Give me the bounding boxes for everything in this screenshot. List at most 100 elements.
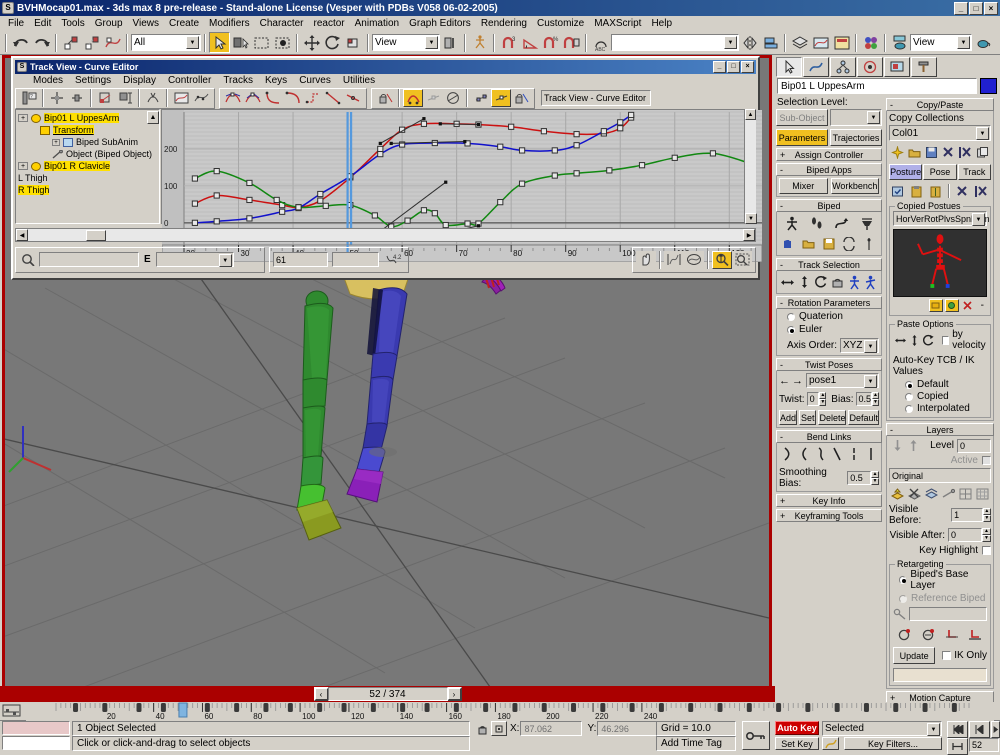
- expander-icon[interactable]: +: [18, 114, 28, 122]
- add-pose-button[interactable]: Add: [779, 410, 797, 425]
- add-time-tag-button[interactable]: Add Time Tag: [656, 736, 736, 751]
- editor-name-field[interactable]: Track View - Curve Editor: [541, 90, 651, 106]
- move-all-icon[interactable]: [859, 235, 879, 253]
- select-by-name-button[interactable]: [230, 32, 251, 53]
- unlink-selection-button[interactable]: [81, 32, 102, 53]
- paste-interpolated-radio[interactable]: [905, 405, 913, 413]
- expander-icon[interactable]: +: [18, 162, 28, 170]
- track-row-transform[interactable]: Transform: [18, 125, 157, 135]
- material-editor-button[interactable]: [860, 32, 881, 53]
- next-pose-icon[interactable]: →: [792, 375, 803, 387]
- menu-graph-editors[interactable]: Graph Editors: [404, 17, 476, 30]
- zoom-horizontal-extents-button[interactable]: [664, 251, 684, 269]
- bind-to-space-warp-button[interactable]: [102, 32, 123, 53]
- delete-all-copies-icon[interactable]: [973, 183, 990, 199]
- visible-before-field[interactable]: 1: [951, 508, 983, 522]
- zoom-tool-button[interactable]: [712, 251, 732, 269]
- menu-group[interactable]: Group: [90, 17, 128, 30]
- update-button[interactable]: Update: [893, 647, 935, 664]
- next-frame-arrow[interactable]: ›: [448, 688, 461, 700]
- by-velocity-checkbox[interactable]: [942, 336, 949, 345]
- selection-lock-icon[interactable]: [475, 721, 489, 736]
- add-keys-button[interactable]: [143, 89, 163, 107]
- set-tangents-smooth-button[interactable]: [343, 89, 363, 107]
- delete-copy-icon[interactable]: [954, 183, 971, 199]
- reference-biped-radio[interactable]: [899, 595, 907, 603]
- rollout-layers[interactable]: - Layers: [886, 423, 994, 436]
- go-to-start-button[interactable]: [947, 721, 968, 738]
- mixer-mode-icon[interactable]: [857, 214, 877, 232]
- chevron-down-icon[interactable]: ▼: [864, 375, 877, 388]
- workbench-button[interactable]: Workbench: [831, 178, 880, 194]
- select-and-manipulate-button[interactable]: [469, 32, 490, 53]
- menu-views[interactable]: Views: [128, 17, 165, 30]
- bend-links-mode-icon[interactable]: [779, 445, 796, 463]
- modify-tab[interactable]: [803, 57, 829, 77]
- tv-menu-settings[interactable]: Settings: [69, 75, 117, 86]
- chevron-down-icon[interactable]: ▼: [972, 213, 985, 226]
- adapt-lock-icon[interactable]: [896, 626, 914, 642]
- smoothing-bias-field[interactable]: 0.5: [847, 471, 871, 485]
- use-center-flyout-button[interactable]: [440, 32, 461, 53]
- default-pose-button[interactable]: Default: [848, 410, 879, 425]
- snapshot-icon[interactable]: [929, 299, 943, 312]
- select-and-rotate-button[interactable]: [322, 32, 343, 53]
- chevron-down-icon[interactable]: ▼: [927, 723, 940, 736]
- hide-all-layers-icon[interactable]: [975, 486, 991, 501]
- prev-pose-icon[interactable]: ←: [779, 375, 790, 387]
- track-row-r-thigh[interactable]: R Thigh: [18, 185, 157, 195]
- show-selected-key-stats-button[interactable]: [491, 89, 511, 107]
- selection-filter-combo[interactable]: All ▼: [131, 34, 201, 51]
- time-slider-handle[interactable]: ‹ 52 / 374 ›: [314, 687, 462, 701]
- track-view-close-button[interactable]: ×: [741, 61, 754, 73]
- scroll-thumb[interactable]: [86, 230, 106, 241]
- x-coordinate-field[interactable]: 87.062: [520, 721, 582, 736]
- chevron-down-icon[interactable]: ▼: [976, 127, 989, 140]
- paste-default-radio[interactable]: [905, 381, 913, 389]
- ik-only-checkbox[interactable]: [942, 651, 951, 660]
- load-collection-icon[interactable]: [906, 144, 922, 160]
- time-slider-bar[interactable]: ‹ 52 / 374 ›: [0, 686, 775, 702]
- level-field[interactable]: 0: [957, 439, 991, 453]
- rollout-twist-poses[interactable]: - Twist Poses: [776, 358, 882, 371]
- snap-layer-icon[interactable]: [941, 486, 957, 501]
- paste-rotation-icon[interactable]: [921, 333, 936, 347]
- play-animation-button[interactable]: [991, 721, 1000, 738]
- snap-toggle-button[interactable]: 3: [498, 32, 519, 53]
- body-horizontal-icon[interactable]: [779, 273, 796, 291]
- sub-object-combo[interactable]: ▼: [830, 109, 882, 126]
- delete-layer-icon[interactable]: [906, 486, 922, 501]
- select-object-button[interactable]: [209, 32, 230, 53]
- zero-twist-icon[interactable]: [846, 445, 863, 463]
- lock-com-keying-icon[interactable]: [829, 273, 846, 291]
- tv-menu-tracks[interactable]: Tracks: [217, 75, 259, 86]
- named-selection-sets-button[interactable]: ABC: [590, 32, 611, 53]
- show-all-layers-icon[interactable]: [958, 486, 974, 501]
- previous-frame-button[interactable]: [969, 721, 990, 738]
- layer-manager-button[interactable]: [789, 32, 810, 53]
- visible-after-field[interactable]: 0: [948, 528, 982, 542]
- set-tangents-auto-button[interactable]: [223, 89, 243, 107]
- track-row-bip01-r-clavicle[interactable]: + Bip01 R Clavicle: [18, 161, 157, 171]
- curve-editor-button[interactable]: [810, 32, 831, 53]
- open-file-icon[interactable]: [799, 235, 819, 253]
- delete-snapshot-icon[interactable]: [961, 299, 975, 312]
- delete-all-collections-icon[interactable]: [958, 144, 974, 160]
- tv-menu-controller[interactable]: Controller: [162, 75, 217, 86]
- mixer-button[interactable]: Mixer: [779, 178, 828, 194]
- copied-posture-combo[interactable]: HorVerRotPlvsSpnLAm ▼: [893, 211, 987, 226]
- set-tangents-step-button[interactable]: [303, 89, 323, 107]
- bias-spinner[interactable]: ▲▼: [872, 392, 879, 406]
- figure-mode-icon[interactable]: [782, 214, 802, 232]
- euler-radio[interactable]: [787, 326, 795, 334]
- maxscript-listener-pink[interactable]: [2, 721, 70, 735]
- layer-down-icon[interactable]: [889, 438, 905, 453]
- set-key-button[interactable]: Set Key: [775, 737, 819, 750]
- controller-combo[interactable]: ▼: [156, 252, 234, 267]
- menu-modifiers[interactable]: Modifiers: [204, 17, 255, 30]
- rollout-track-selection[interactable]: - Track Selection: [776, 258, 882, 271]
- pose-combo[interactable]: pose1 ▼: [806, 373, 879, 388]
- bias-field[interactable]: 0.5: [856, 392, 873, 406]
- maxscript-listener-input[interactable]: [2, 736, 70, 750]
- track-name-field[interactable]: [39, 252, 139, 267]
